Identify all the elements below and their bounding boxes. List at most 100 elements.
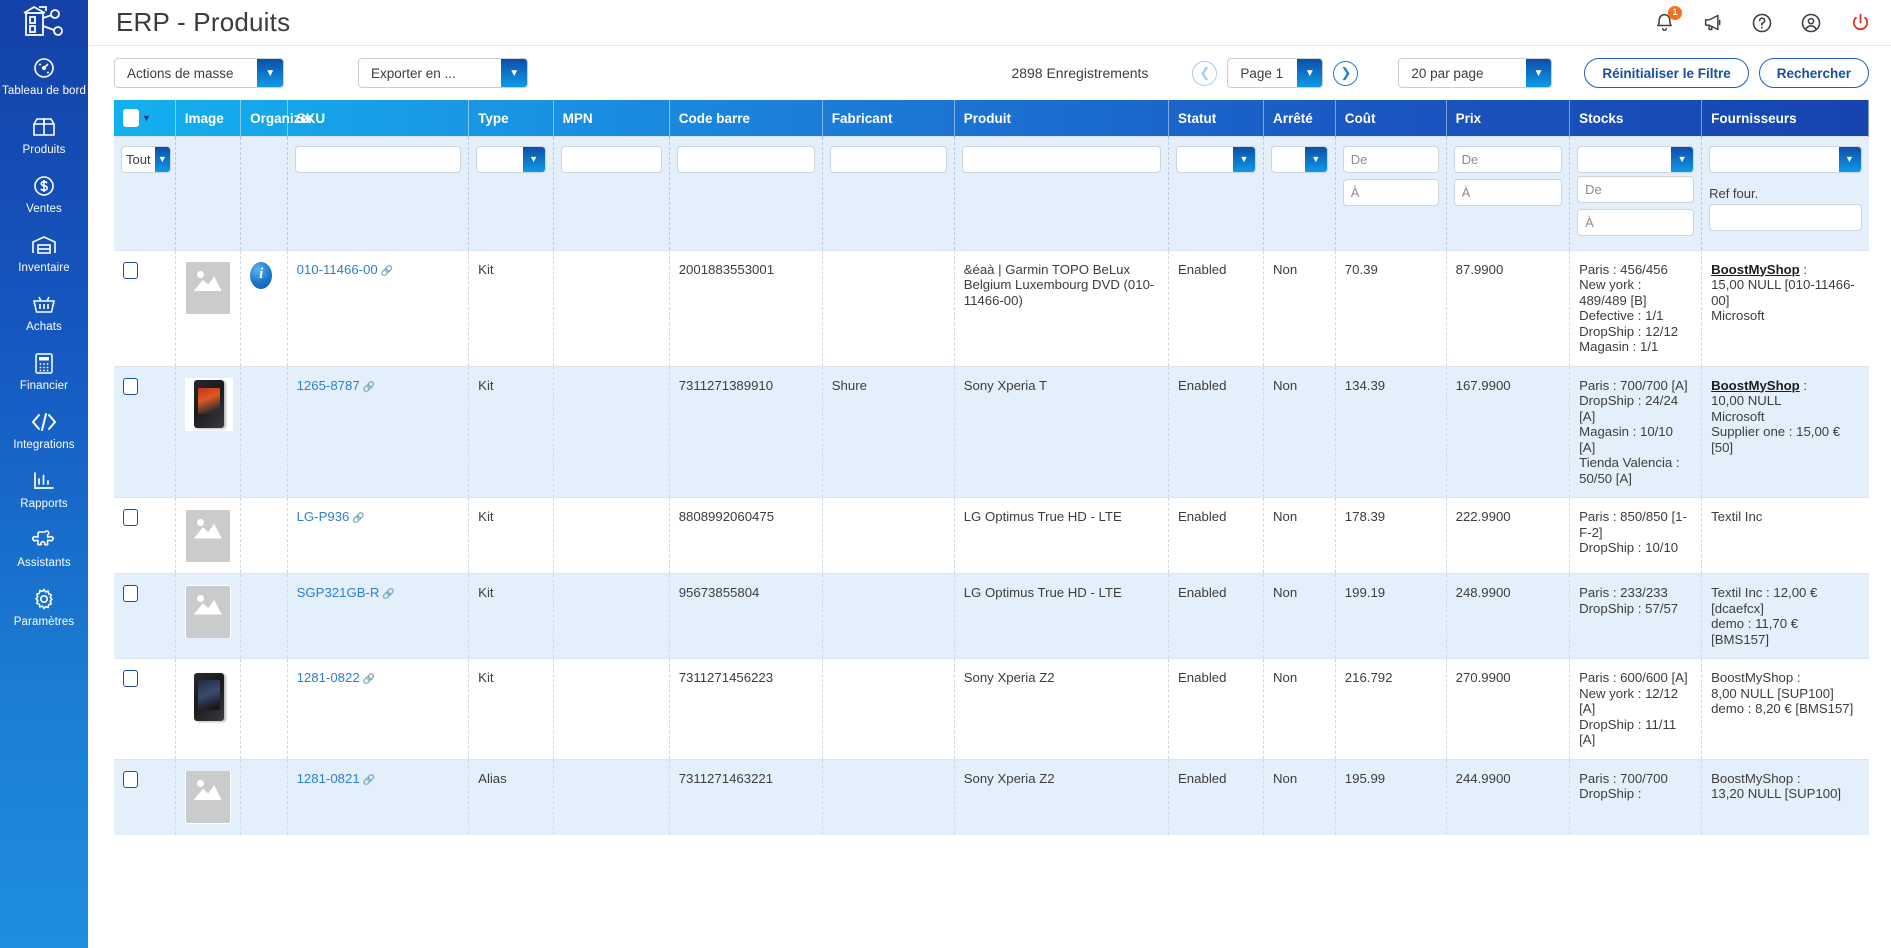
external-link-icon[interactable]: 🔗 — [363, 674, 375, 685]
power-icon[interactable] — [1847, 10, 1873, 36]
col-stocks[interactable]: Stocks — [1569, 100, 1703, 137]
product-thumbnail[interactable] — [184, 377, 233, 431]
sidebar-item-parametres[interactable]: Paramètres — [0, 577, 88, 636]
col-statut[interactable]: Statut — [1168, 100, 1265, 137]
sku-link[interactable]: 1281-0822 — [297, 670, 360, 685]
chevron-down-icon[interactable]: ▼ — [142, 113, 151, 123]
col-produit[interactable]: Produit — [954, 100, 1170, 137]
row-sku-cell: 1265-8787 🔗 — [287, 366, 470, 498]
row-checkbox[interactable] — [123, 261, 138, 279]
table-row[interactable]: 1281-0822 🔗 Kit 7311271456223 Sony Xperia Z2… — [114, 658, 1869, 759]
product-image-placeholder-icon[interactable] — [184, 770, 231, 824]
chevron-left-circle-icon[interactable]: ❮ — [1192, 60, 1218, 86]
chevron-down-icon: ▼ — [522, 147, 545, 172]
price-from-input[interactable] — [1453, 146, 1563, 173]
external-link-icon[interactable]: 🔗 — [363, 382, 375, 393]
table-row[interactable]: SGP321GB-R 🔗 Kit 95673855804 LG Optimus True… — [114, 573, 1869, 659]
sku-link[interactable]: LG-P936 — [297, 509, 350, 524]
discontinued-filter-select[interactable]: ▼ — [1271, 146, 1328, 173]
reset-filter-button[interactable]: Réinitialiser le Filtre — [1584, 58, 1749, 88]
external-link-icon[interactable]: 🔗 — [363, 775, 375, 786]
col-image[interactable]: Image — [175, 100, 242, 137]
sidebar-item-label: Inventaire — [18, 262, 70, 274]
table-row[interactable]: LG-P936 🔗 Kit 8808992060475 LG Optimus True … — [114, 497, 1869, 574]
external-link-icon[interactable]: 🔗 — [352, 513, 364, 524]
export-select[interactable]: Exporter en ... ▼ — [358, 58, 528, 88]
sidebar-item-tableau-de-bord[interactable]: Tableau de bord — [0, 46, 88, 105]
col-organizer[interactable]: Organizer — [240, 100, 313, 137]
per-page-select[interactable]: 20 par page ▼ — [1398, 58, 1553, 88]
toolbar: Actions de masse ▼ Exporter en ... ▼ 289… — [88, 46, 1891, 100]
sku-link[interactable]: 1281-0821 — [297, 771, 360, 786]
app-logo[interactable] — [0, 0, 88, 46]
manufacturer-filter-input[interactable] — [829, 146, 947, 173]
col-fournisseurs[interactable]: Fournisseurs — [1701, 100, 1869, 137]
bulk-actions-select[interactable]: Actions de masse ▼ — [114, 58, 284, 88]
sku-link[interactable]: SGP321GB-R — [297, 585, 380, 600]
stock-warehouse-select[interactable]: ▼ — [1577, 146, 1695, 173]
supplier-name[interactable]: BoostMyShop — [1711, 378, 1800, 393]
search-button[interactable]: Rechercher — [1758, 58, 1869, 88]
megaphone-icon[interactable] — [1700, 10, 1726, 36]
product-image-placeholder-icon[interactable] — [184, 585, 231, 638]
col-arrete[interactable]: Arrêté — [1263, 100, 1336, 137]
supplier-filter-select[interactable]: ▼ — [1709, 146, 1862, 173]
row-checkbox[interactable] — [123, 509, 138, 527]
row-cost-cell: 195.99 — [1335, 759, 1447, 835]
product-filter-input[interactable] — [961, 146, 1162, 173]
col-sku[interactable]: SKU — [287, 100, 470, 137]
sidebar-item-integrations[interactable]: Integrations — [0, 400, 88, 459]
help-icon[interactable] — [1749, 10, 1775, 36]
chevron-right-circle-icon[interactable]: ❯ — [1333, 60, 1359, 86]
table-row[interactable]: 1281-0821 🔗 Alias 7311271463221 Sony Xperia … — [114, 759, 1869, 835]
sku-link[interactable]: 1265-8787 — [297, 378, 360, 393]
supplier-ref-input[interactable] — [1709, 204, 1862, 231]
external-link-icon[interactable]: 🔗 — [381, 266, 393, 277]
supplier-name[interactable]: BoostMyShop — [1711, 262, 1800, 277]
sidebar-item-assistants[interactable]: Assistants — [0, 518, 88, 577]
row-checkbox[interactable] — [123, 377, 138, 395]
table-row[interactable]: 1265-8787 🔗 Kit 7311271389910 Shure Sony Xper… — [114, 366, 1869, 498]
cost-from-input[interactable] — [1342, 146, 1439, 173]
sidebar-item-rapports[interactable]: Rapports — [0, 459, 88, 518]
col-code-barre[interactable]: Code barre — [669, 100, 823, 137]
stock-to-input[interactable] — [1577, 208, 1695, 236]
table-row[interactable]: i 010-11466-00 🔗 Kit 2001883553001 &éaà | Gar… — [114, 250, 1869, 366]
sidebar-item-produits[interactable]: Produits — [0, 105, 88, 164]
stock-from-input[interactable] — [1577, 175, 1695, 203]
select-all-checkbox[interactable] — [123, 109, 139, 127]
product-image-placeholder-icon[interactable] — [184, 261, 231, 315]
price-to-input[interactable] — [1453, 179, 1563, 206]
row-checkbox[interactable] — [123, 670, 138, 688]
cost-to-input[interactable] — [1342, 179, 1439, 206]
sku-filter-input[interactable] — [294, 146, 462, 173]
type-filter-select[interactable]: ▼ — [476, 146, 546, 173]
row-stocks-cell: Paris : 700/700 [A] DropShip : 24/24 [A] M… — [1569, 366, 1703, 498]
col-prix[interactable]: Prix — [1446, 100, 1571, 137]
user-account-icon[interactable] — [1798, 10, 1824, 36]
info-icon[interactable]: i — [250, 261, 273, 289]
select-all-scope-select[interactable]: Tout ▼ — [121, 146, 171, 173]
col-cout[interactable]: Coût — [1335, 100, 1447, 137]
page-title: ERP - Produits — [116, 7, 291, 37]
status-filter-select[interactable]: ▼ — [1176, 146, 1257, 173]
product-image-placeholder-icon[interactable] — [184, 509, 231, 562]
sku-link[interactable]: 010-11466-00 — [297, 262, 378, 277]
bell-icon[interactable]: 1 — [1651, 5, 1682, 36]
col-type[interactable]: Type — [468, 100, 554, 137]
row-checkbox[interactable] — [123, 770, 138, 788]
row-manufacturer-cell: Shure — [822, 366, 955, 498]
col-mpn[interactable]: MPN — [553, 100, 670, 137]
sidebar-item-financier[interactable]: Financier — [0, 341, 88, 400]
row-checkbox[interactable] — [123, 585, 138, 603]
sidebar-item-inventaire[interactable]: Inventaire — [0, 223, 88, 282]
external-link-icon[interactable]: 🔗 — [382, 589, 394, 600]
page-select[interactable]: Page 1 ▼ — [1227, 58, 1324, 88]
col-fabricant[interactable]: Fabricant — [822, 100, 955, 137]
sidebar-item-ventes[interactable]: Ventes — [0, 164, 88, 223]
barcode-filter-input[interactable] — [676, 146, 815, 173]
mpn-filter-input[interactable] — [560, 146, 662, 173]
text-line: Tienda Valencia : 50/50 [A] — [1579, 455, 1680, 486]
product-thumbnail[interactable] — [184, 670, 233, 723]
sidebar-item-achats[interactable]: Achats — [0, 282, 88, 341]
